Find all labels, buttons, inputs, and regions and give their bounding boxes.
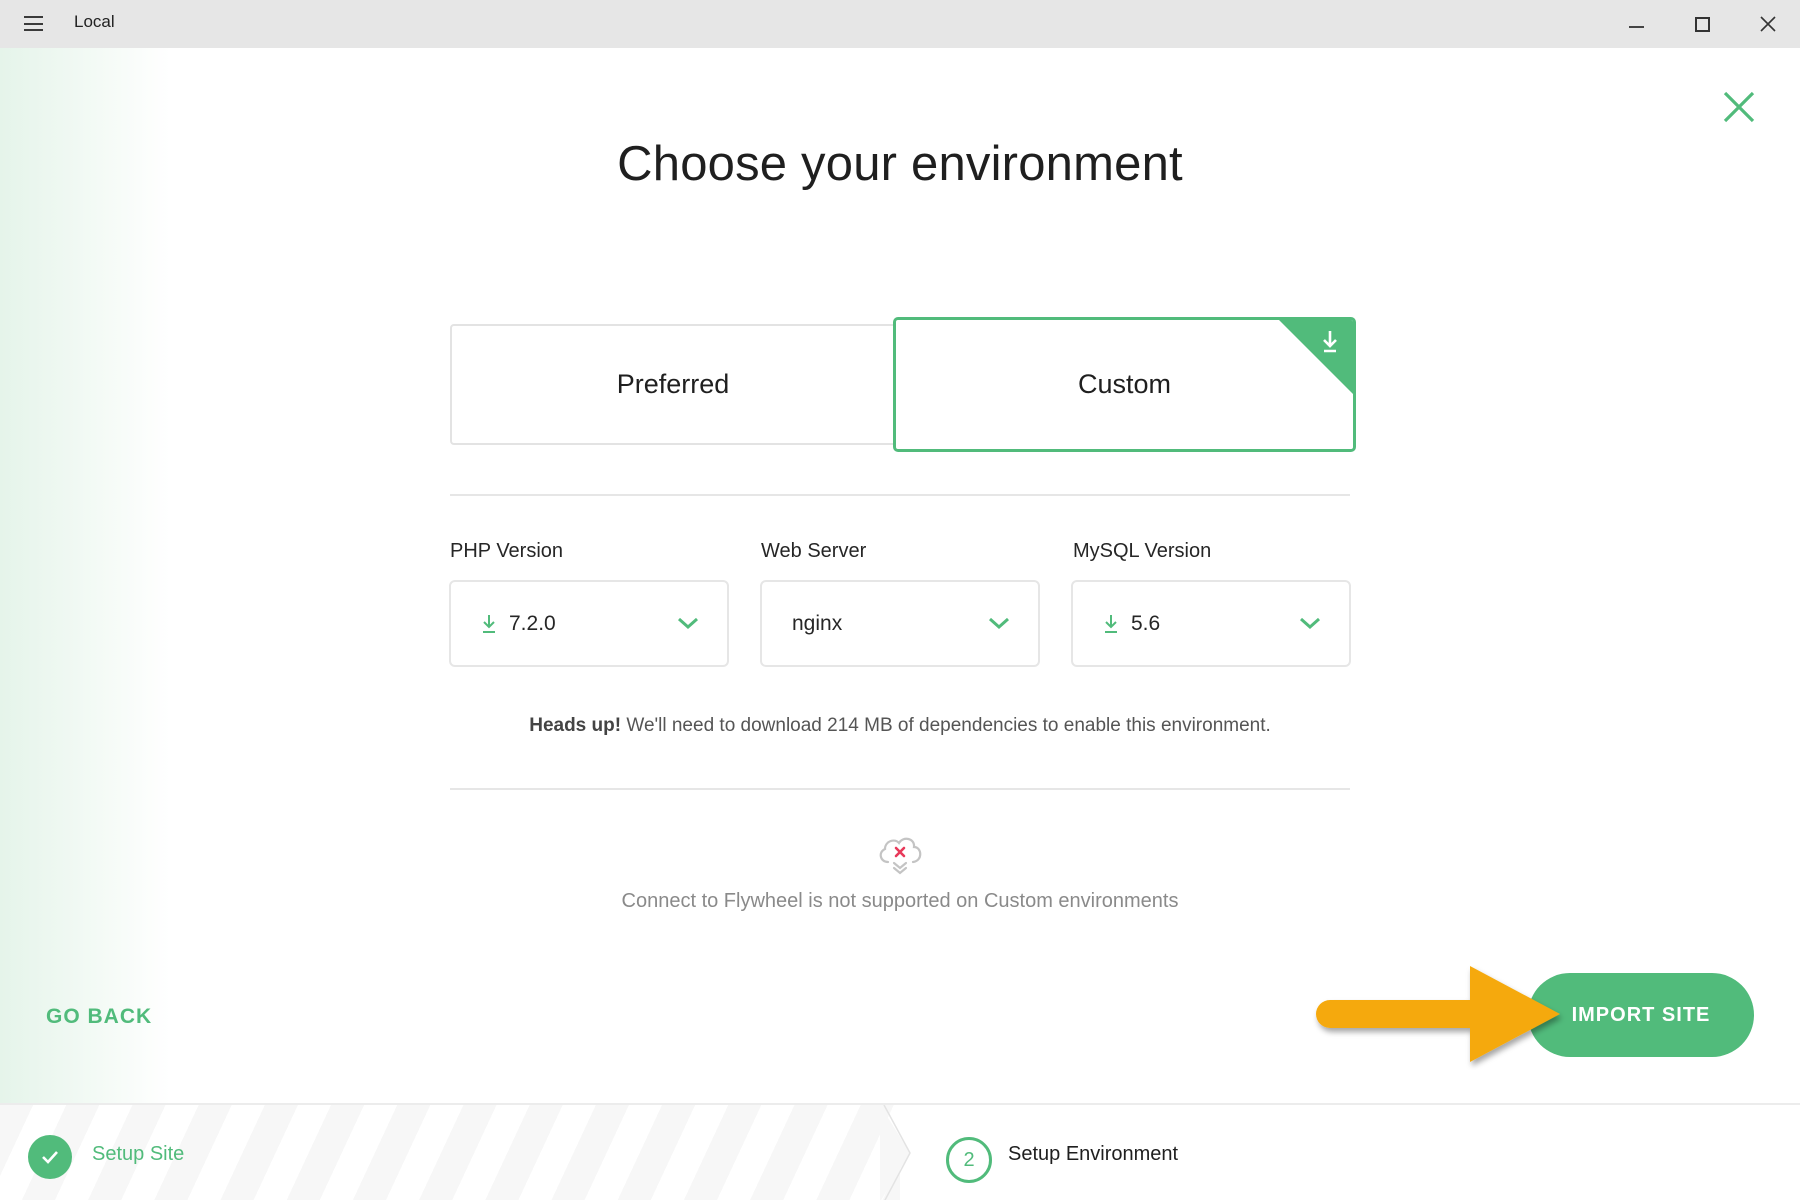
divider — [450, 788, 1350, 790]
step-setup-environment: Setup Environment — [1008, 1143, 1179, 1165]
web-server-value: nginx — [792, 611, 843, 635]
download-badge-icon — [1279, 320, 1353, 394]
dialog-close-button[interactable] — [1722, 90, 1756, 124]
step-complete-icon — [28, 1135, 72, 1179]
close-x-icon — [1723, 91, 1755, 123]
window-close-button[interactable] — [1735, 0, 1800, 48]
go-back-button[interactable]: GO BACK — [46, 1005, 152, 1029]
download-icon — [1105, 614, 1117, 633]
mysql-version-label: MySQL Version — [1073, 540, 1212, 562]
divider — [450, 494, 1350, 496]
option-label: Preferred — [616, 369, 730, 399]
php-version-label: PHP Version — [450, 540, 564, 562]
step-separator-chevron — [880, 1105, 911, 1200]
maximize-button[interactable] — [1669, 0, 1735, 48]
minimize-button[interactable] — [1603, 0, 1669, 48]
mysql-version-value: 5.6 — [1131, 611, 1161, 635]
steps-footer: Setup Site 2 Setup Environment — [0, 1103, 1800, 1200]
notice-bold: Heads up! — [529, 715, 622, 736]
chevron-down-icon — [989, 617, 1009, 630]
mysql-version-select[interactable]: 5.6 — [1071, 580, 1351, 667]
left-gradient-panel — [0, 48, 170, 1103]
php-version-value: 7.2.0 — [509, 611, 556, 635]
environment-option-preferred[interactable]: Preferred — [450, 324, 896, 445]
maximize-icon — [1694, 16, 1710, 32]
web-server-select[interactable]: nginx — [760, 580, 1040, 667]
web-server-label: Web Server — [761, 540, 867, 562]
step-number-icon: 2 — [946, 1137, 992, 1183]
hamburger-menu-icon[interactable] — [24, 16, 43, 31]
chevron-down-icon — [1300, 617, 1320, 630]
option-label: Custom — [1077, 369, 1172, 399]
title-bar: Local — [0, 0, 1800, 48]
chevron-down-icon — [678, 617, 698, 630]
php-version-select[interactable]: 7.2.0 — [449, 580, 729, 667]
environment-option-custom[interactable]: Custom — [893, 317, 1356, 452]
page-title: Choose your environment — [617, 137, 1183, 191]
close-icon — [1760, 16, 1776, 32]
import-site-button[interactable]: IMPORT SITE — [1528, 973, 1754, 1057]
checkmark-icon — [42, 1151, 58, 1164]
cloud-error-icon — [879, 837, 922, 875]
download-notice: Heads up! We'll need to download 214 MB … — [0, 715, 1800, 737]
download-icon — [483, 614, 495, 633]
minimize-icon — [1628, 26, 1644, 28]
flywheel-unsupported-note: Connect to Flywheel is not supported on … — [621, 890, 1179, 912]
app-title: Local — [74, 12, 115, 31]
step-setup-site[interactable]: Setup Site — [92, 1143, 184, 1166]
notice-text: We'll need to download 214 MB of depende… — [621, 715, 1271, 736]
